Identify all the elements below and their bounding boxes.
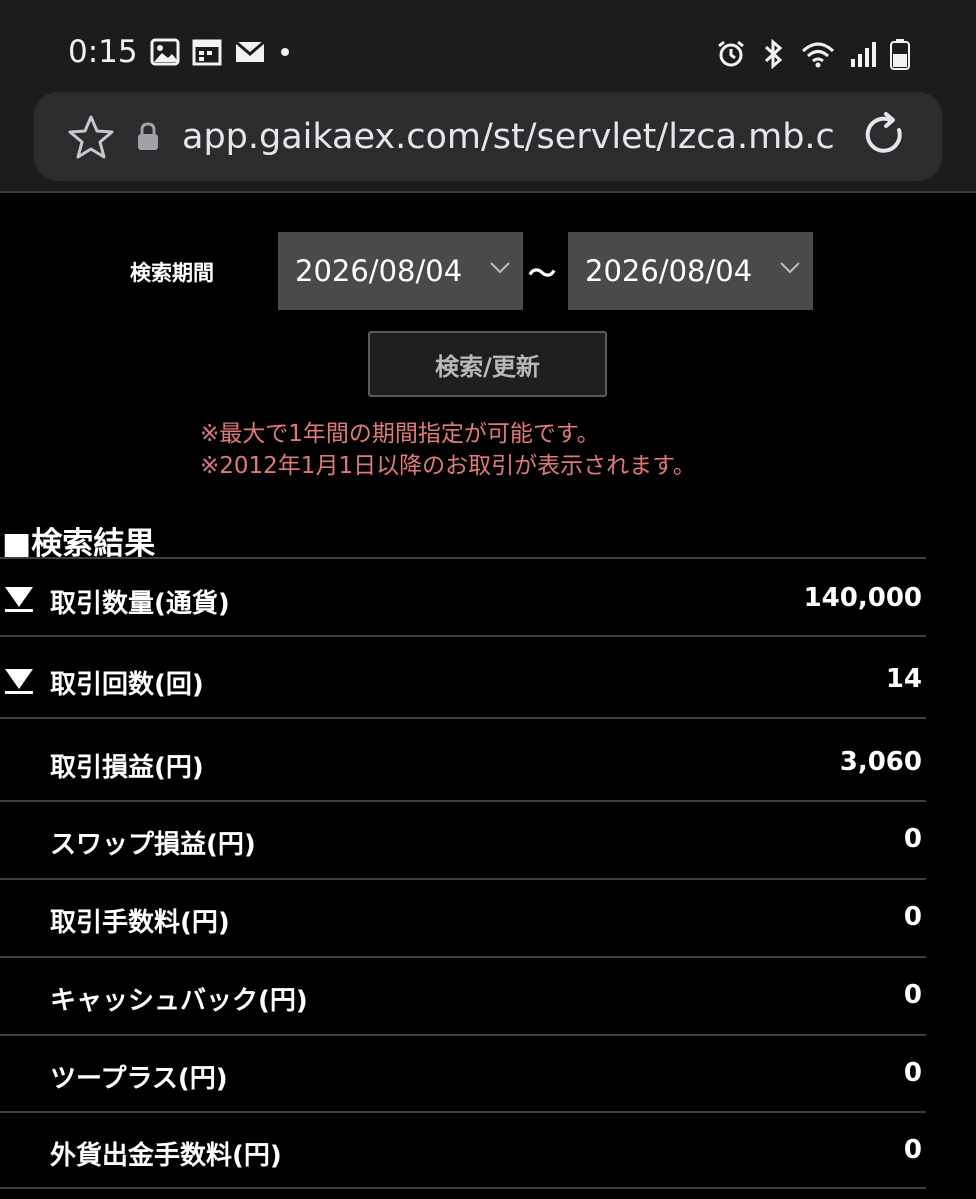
status-time: 0:15 xyxy=(68,34,138,70)
date-range-separator: 〜 xyxy=(528,257,557,290)
reload-icon[interactable] xyxy=(862,112,908,160)
from-date-value: 2026/08/04 xyxy=(295,254,463,288)
signal-icon xyxy=(851,42,876,67)
note-max-period: ※最大で1年間の期間指定が可能です。 xyxy=(200,421,600,447)
result-row-trade-pnl: 取引損益(円) 3,060 xyxy=(0,717,926,800)
bluetooth-icon xyxy=(764,39,783,69)
alarm-icon xyxy=(718,40,744,67)
row-value: 3,060 xyxy=(839,747,922,777)
row-value: 0 xyxy=(903,902,922,932)
row-label: 外貨出金手数料(円) xyxy=(50,1141,282,1171)
chevron-down-icon xyxy=(780,262,800,274)
row-value: 0 xyxy=(903,1135,922,1165)
row-label: 取引回数(回) xyxy=(50,670,204,700)
to-date-select[interactable]: 2026/08/04 xyxy=(568,232,813,310)
to-date-value: 2026/08/04 xyxy=(585,254,753,288)
more-notifications-dot-icon xyxy=(281,48,289,56)
wifi-icon xyxy=(801,42,835,68)
row-value: 0 xyxy=(903,980,922,1010)
search-period-label: 検索期間 xyxy=(130,261,214,285)
row-label: 取引手数料(円) xyxy=(50,908,230,938)
url-text[interactable]: app.gaikaex.com/st/servlet/lzca.mb.c xyxy=(182,114,844,160)
bookmark-star-icon[interactable] xyxy=(68,114,114,160)
mail-icon xyxy=(235,40,265,62)
calendar-icon xyxy=(192,39,222,66)
lock-icon[interactable] xyxy=(136,122,160,152)
row-label: スワップ損益(円) xyxy=(50,830,256,860)
address-bar[interactable]: app.gaikaex.com/st/servlet/lzca.mb.c xyxy=(34,92,942,181)
result-row-trade-count[interactable]: 取引回数(回) 14 xyxy=(0,635,926,717)
notification-icons xyxy=(150,38,292,66)
row-label: キャッシュバック(円) xyxy=(50,986,308,1016)
row-label: 取引数量(通貨) xyxy=(50,589,230,619)
search-update-button[interactable]: 検索/更新 xyxy=(368,331,607,397)
result-row-swap-pnl: スワップ損益(円) 0 xyxy=(0,800,926,878)
system-icons xyxy=(716,38,910,70)
result-row-fx-withdrawal-fee: 外貨出金手数料(円) 0 xyxy=(0,1111,926,1189)
search-notes: ※最大で1年間の期間指定が可能です。 ※2012年1月1日以降のお取引が表示され… xyxy=(200,418,696,482)
row-value: 14 xyxy=(885,664,922,694)
chevron-down-icon xyxy=(490,262,510,274)
expand-triangle-icon[interactable] xyxy=(4,667,34,695)
result-row-two-plus: ツープラス(円) 0 xyxy=(0,1034,926,1111)
note-date-availability: ※2012年1月1日以降のお取引が表示されます。 xyxy=(200,453,696,479)
row-label: 取引損益(円) xyxy=(50,753,204,783)
gallery-icon xyxy=(150,38,180,66)
row-value: 0 xyxy=(903,1058,922,1088)
row-value: 0 xyxy=(903,824,922,854)
result-row-trade-fee: 取引手数料(円) 0 xyxy=(0,878,926,956)
row-value: 140,000 xyxy=(803,583,922,613)
browser-chrome: 0:15 app.gaikaex.com/st/servlet/lzca.mb.… xyxy=(0,0,976,193)
battery-icon xyxy=(890,39,910,70)
row-label: ツープラス(円) xyxy=(50,1064,228,1094)
result-row-trade-volume[interactable]: 取引数量(通貨) 140,000 xyxy=(0,557,926,635)
from-date-select[interactable]: 2026/08/04 xyxy=(278,232,523,310)
expand-triangle-icon[interactable] xyxy=(4,585,34,613)
result-row-cashback: キャッシュバック(円) 0 xyxy=(0,956,926,1034)
results-table: 取引数量(通貨) 140,000 取引回数(回) 14 取引損益(円) 3,06… xyxy=(0,557,926,1189)
